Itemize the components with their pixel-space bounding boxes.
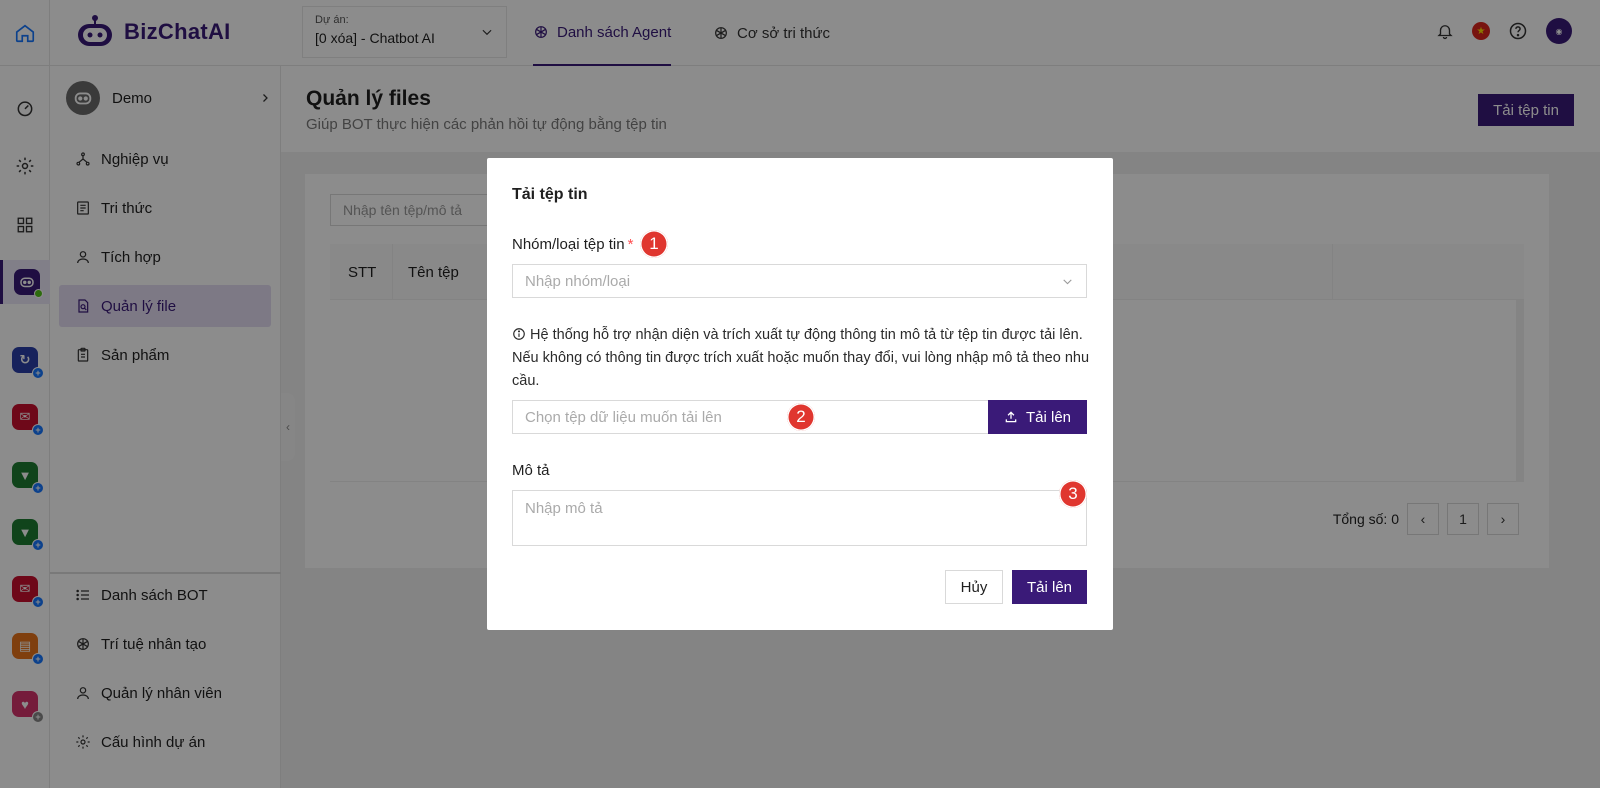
step-marker-2: 2 (787, 403, 815, 431)
description-textarea[interactable]: Nhập mô tả (512, 490, 1087, 546)
cancel-button[interactable]: Hủy (945, 570, 1003, 604)
choose-file-upload-button[interactable]: Tải lên (988, 400, 1087, 434)
group-type-label-text: Nhóm/loại tệp tin (512, 236, 625, 253)
file-picker-input[interactable]: Chọn tệp dữ liệu muốn tải lên (512, 400, 988, 434)
step-marker-1: 1 (640, 230, 668, 258)
upload-file-modal: Tải tệp tin Nhóm/loại tệp tin * 1 Nhập nh… (487, 158, 1113, 630)
info-note: Hệ thống hỗ trợ nhận diện và trích xuất … (512, 324, 1092, 393)
required-mark: * (627, 236, 634, 253)
description-label: Mô tả (512, 462, 550, 479)
info-text: Hệ thống hỗ trợ nhận diện và trích xuất … (512, 327, 1090, 389)
step-marker-3: 3 (1059, 480, 1087, 508)
upload-icon (1005, 411, 1017, 423)
file-picker-placeholder: Chọn tệp dữ liệu muốn tải lên (525, 408, 722, 426)
group-type-label: Nhóm/loại tệp tin * (512, 236, 633, 253)
group-type-placeholder: Nhập nhóm/loại (525, 272, 631, 290)
submit-upload-button[interactable]: Tải lên (1012, 570, 1087, 604)
choose-file-upload-label: Tải lên (1025, 408, 1072, 426)
modal-title: Tải tệp tin (512, 186, 588, 203)
chevron-down-icon (1063, 279, 1072, 285)
info-icon (513, 328, 525, 340)
group-type-select[interactable]: Nhập nhóm/loại (512, 264, 1087, 298)
